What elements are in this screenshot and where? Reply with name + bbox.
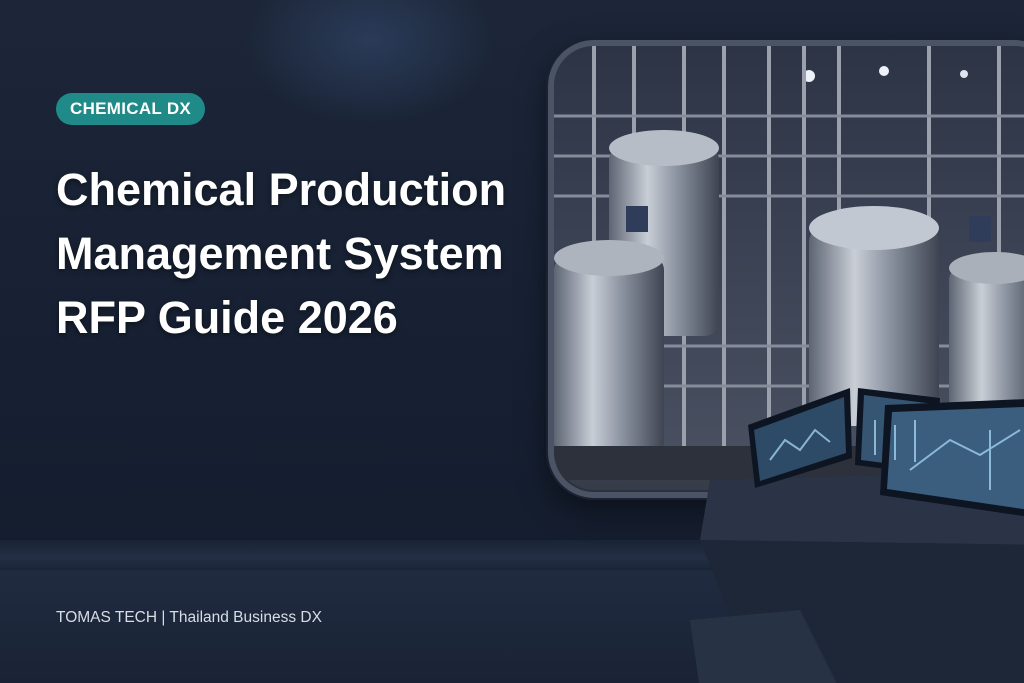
page-title: Chemical Production Management System RF… bbox=[56, 158, 576, 350]
control-monitors-icon bbox=[690, 388, 1024, 683]
category-badge: CHEMICAL DX bbox=[56, 93, 206, 125]
control-console-illustration bbox=[690, 370, 1024, 683]
title-line: Management System bbox=[56, 228, 504, 279]
hero-banner: CHEMICAL DX Chemical Production Manageme… bbox=[0, 0, 1024, 683]
title-line: Chemical Production bbox=[56, 164, 507, 215]
title-line: RFP Guide 2026 bbox=[56, 292, 398, 343]
footer-credit: TOMAS TECH | Thailand Business DX bbox=[56, 609, 322, 626]
